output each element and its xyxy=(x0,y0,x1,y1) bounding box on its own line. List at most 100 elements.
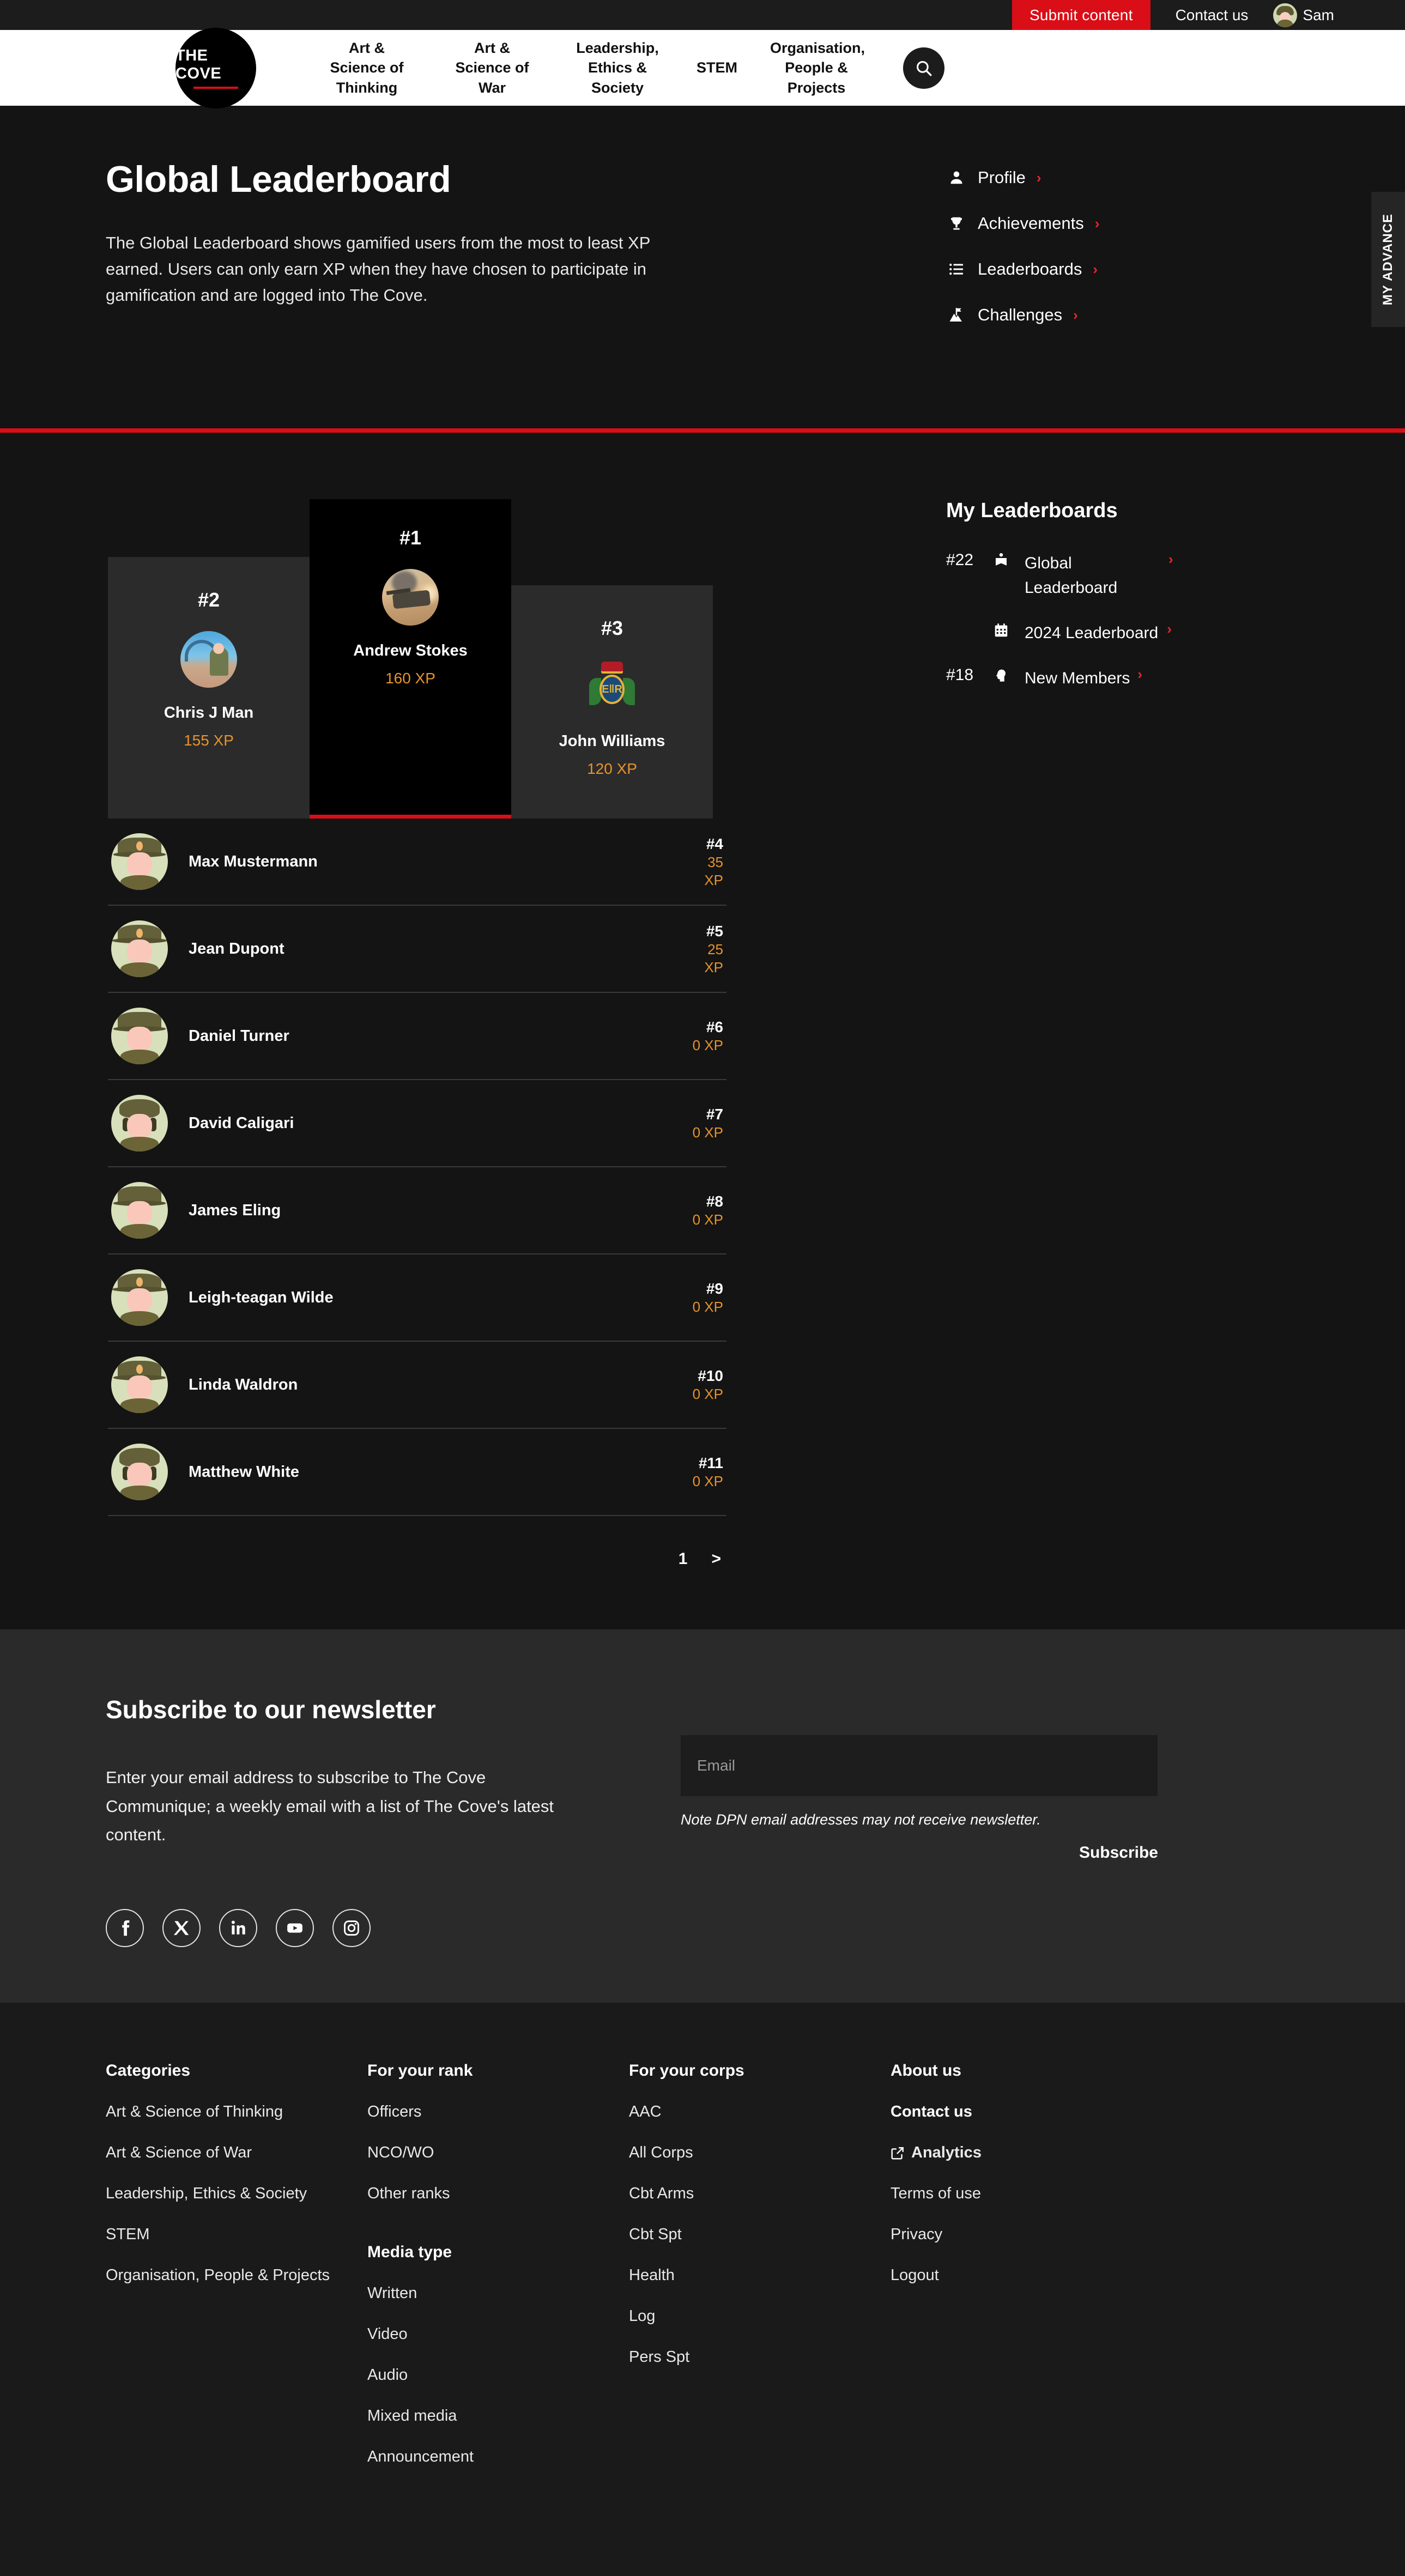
quicklink-achievements[interactable]: Achievements › xyxy=(946,214,1099,233)
footer-link[interactable]: Art & Science of War xyxy=(106,2144,367,2162)
footer-link[interactable]: All Corps xyxy=(629,2144,891,2162)
site-logo[interactable]: THE COVE xyxy=(175,27,256,108)
hero-quicklinks: Profile › Achievements › Leaderboards › … xyxy=(929,158,1099,351)
table-row[interactable]: Max Mustermann #4 35 XP xyxy=(108,819,726,906)
x-twitter-link[interactable] xyxy=(162,1909,201,1947)
nav-item-war[interactable]: Art & Science of War xyxy=(429,38,555,98)
rank-name: Daniel Turner xyxy=(189,1027,289,1045)
logo-underline xyxy=(193,87,238,89)
table-row[interactable]: Matthew White #11 0 XP xyxy=(108,1429,726,1516)
instagram-link[interactable] xyxy=(332,1909,371,1947)
table-row[interactable]: Leigh-teagan Wilde #9 0 XP xyxy=(108,1254,726,1342)
footer-link[interactable]: STEM xyxy=(106,2226,367,2244)
hero-text-block: Global Leaderboard The Global Leaderboar… xyxy=(106,158,929,351)
nav-item-leadership[interactable]: Leadership, Ethics & Society xyxy=(555,38,680,98)
my-leaderboard-item-2024[interactable]: 2024 Leaderboard › xyxy=(946,621,1277,645)
book-icon xyxy=(993,551,1025,569)
table-row[interactable]: David Caligari #7 0 XP xyxy=(108,1080,726,1167)
user-menu[interactable]: Sam xyxy=(1273,0,1405,30)
podium: #2 Chris J Man 155 XP #1 Andrew Stokes 1… xyxy=(108,499,726,819)
footer-link[interactable]: AAC xyxy=(629,2103,891,2121)
footer-heading: For your rank xyxy=(367,2062,473,2080)
rank-xp: 25 XP xyxy=(704,941,723,975)
facebook-link[interactable] xyxy=(106,1909,144,1947)
podium-name: Andrew Stokes xyxy=(353,642,468,659)
footer-col-about: About us Contact us Analytics Terms of u… xyxy=(891,2062,1152,2489)
email-field[interactable] xyxy=(681,1735,1158,1796)
hero-section: Global Leaderboard The Global Leaderboar… xyxy=(0,106,1405,433)
podium-place-3[interactable]: #3 E‖R John Williams 120 XP xyxy=(511,585,713,819)
footer-link[interactable]: Mixed media xyxy=(367,2407,629,2425)
contact-us-link[interactable]: Contact us xyxy=(1150,0,1274,30)
footer-link[interactable]: Announcement xyxy=(367,2448,629,2466)
quicklink-challenges[interactable]: Challenges › xyxy=(946,305,1099,325)
my-leaderboards-panel: My Leaderboards #22 Global Leaderboard › xyxy=(929,499,1277,1568)
leaderboard-main: #2 Chris J Man 155 XP #1 Andrew Stokes 1… xyxy=(106,499,929,1568)
newsletter-text: Subscribe to our newsletter Enter your e… xyxy=(106,1695,681,1862)
my-leaderboard-item-new-members[interactable]: #18 New Members › xyxy=(946,666,1277,690)
my-advance-tab[interactable]: MY ADVANCE xyxy=(1371,192,1405,327)
footer-link[interactable]: Leadership, Ethics & Society xyxy=(106,2185,367,2203)
main-navigation: THE COVE Art & Science of Thinking Art &… xyxy=(0,27,1405,108)
table-row[interactable]: Daniel Turner #6 0 XP xyxy=(108,993,726,1080)
search-button[interactable] xyxy=(903,47,945,89)
table-row[interactable]: Linda Waldron #10 0 XP xyxy=(108,1342,726,1429)
footer-link[interactable]: Cbt Spt xyxy=(629,2226,891,2244)
footer-heading: About us xyxy=(891,2062,961,2080)
podium-place-1[interactable]: #1 Andrew Stokes 160 XP xyxy=(310,499,511,819)
my-leaderboards-title: My Leaderboards xyxy=(946,499,1118,522)
avatar xyxy=(180,631,237,688)
footer-link[interactable]: Cbt Arms xyxy=(629,2185,891,2203)
footer-link[interactable]: Terms of use xyxy=(891,2185,1152,2203)
footer-link[interactable]: Logout xyxy=(891,2266,1152,2284)
table-row[interactable]: Jean Dupont #5 25 XP xyxy=(108,906,726,993)
footer-contact-link[interactable]: Contact us xyxy=(891,2103,1152,2121)
footer-heading: Categories xyxy=(106,2062,191,2080)
footer-link[interactable]: Audio xyxy=(367,2366,629,2384)
chevron-right-icon: › xyxy=(1137,666,1143,682)
footer-link[interactable]: Written xyxy=(367,2284,629,2302)
next-page-button[interactable]: > xyxy=(711,1550,721,1568)
table-row[interactable]: James Eling #8 0 XP xyxy=(108,1167,726,1254)
social-links xyxy=(106,1909,1299,1947)
newsletter-section: Subscribe to our newsletter Enter your e… xyxy=(0,1629,1405,2003)
avatar xyxy=(382,569,439,626)
my-leaderboard-label: Global Leaderboard xyxy=(1025,554,1118,597)
chevron-right-icon: › xyxy=(1093,260,1098,277)
rank-name: David Caligari xyxy=(189,1114,294,1132)
footer-analytics-link[interactable]: Analytics xyxy=(891,2144,1152,2162)
nav-item-stem[interactable]: STEM xyxy=(680,58,754,77)
footer-link[interactable]: Officers xyxy=(367,2103,629,2121)
avatar xyxy=(111,1008,168,1064)
avatar xyxy=(111,1269,168,1326)
footer-link[interactable]: Health xyxy=(629,2266,891,2284)
podium-place-2[interactable]: #2 Chris J Man 155 XP xyxy=(108,557,310,819)
external-link-icon xyxy=(891,2147,904,2159)
footer-link[interactable]: NCO/WO xyxy=(367,2144,629,2162)
footer-link[interactable]: Log xyxy=(629,2307,891,2325)
page-number-1[interactable]: 1 xyxy=(679,1550,688,1568)
footer-link[interactable]: Art & Science of Thinking xyxy=(106,2103,367,2121)
rank-xp: 0 XP xyxy=(692,1299,723,1316)
submit-content-button[interactable]: Submit content xyxy=(1012,0,1150,30)
footer-link[interactable]: Video xyxy=(367,2325,629,2343)
rank-xp: 0 XP xyxy=(692,1473,723,1490)
podium-xp: 120 XP xyxy=(587,760,637,777)
footer-heading: Media type xyxy=(367,2243,452,2261)
nav-item-thinking[interactable]: Art & Science of Thinking xyxy=(304,38,429,98)
nav-item-organisation[interactable]: Organisation, People & Projects xyxy=(754,38,879,98)
footer-col-rank: For your rank Officers NCO/WO Other rank… xyxy=(367,2062,629,2489)
footer-link[interactable]: Pers Spt xyxy=(629,2348,891,2366)
footer-heading: For your corps xyxy=(629,2062,744,2080)
footer-link[interactable]: Organisation, People & Projects xyxy=(106,2266,367,2284)
footer-link[interactable]: Privacy xyxy=(891,2226,1152,2244)
footer-link[interactable]: Other ranks xyxy=(367,2185,629,2203)
youtube-link[interactable] xyxy=(276,1909,314,1947)
podium-name: John Williams xyxy=(559,732,665,750)
user-name: Sam xyxy=(1303,6,1334,23)
linkedin-link[interactable] xyxy=(219,1909,257,1947)
subscribe-button[interactable]: Subscribe xyxy=(681,1844,1160,1862)
quicklink-profile[interactable]: Profile › xyxy=(946,168,1099,187)
my-leaderboard-item-global[interactable]: #22 Global Leaderboard › xyxy=(946,551,1277,600)
quicklink-leaderboards[interactable]: Leaderboards › xyxy=(946,259,1099,279)
